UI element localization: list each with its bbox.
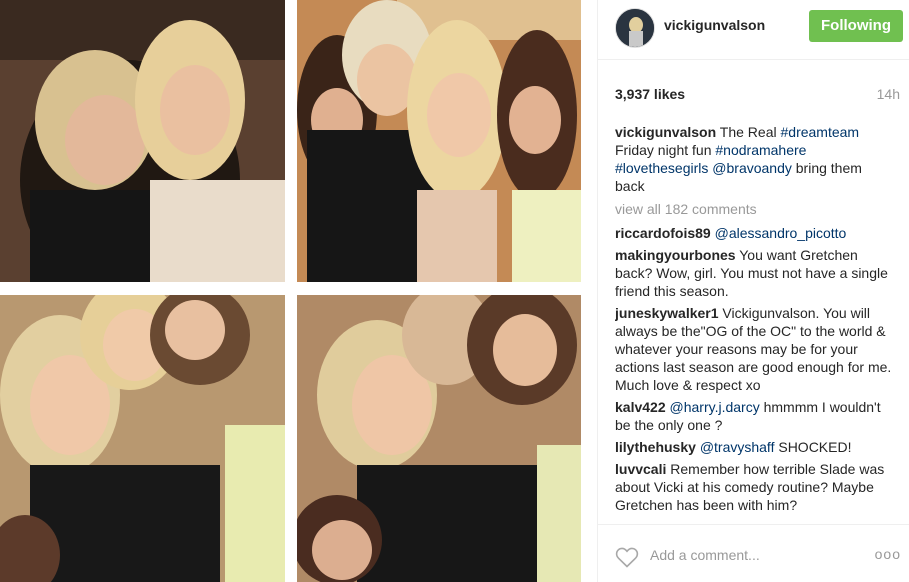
comment-footer: Add a comment... ooo <box>598 524 909 582</box>
mention[interactable]: @alessandro_picotto <box>715 225 847 241</box>
comment-username[interactable]: luvvcali <box>615 461 666 477</box>
heart-icon[interactable] <box>615 546 639 568</box>
collage-photo-3 <box>0 295 285 582</box>
comments-list[interactable]: vickigunvalson The Real #dreamteam Frida… <box>615 123 895 521</box>
collage-photo-2 <box>297 0 581 282</box>
comment-item: riccardofois89 @alessandro_picotto <box>615 224 895 242</box>
comment-item: luvvcali Remember how terrible Slade was… <box>615 460 895 514</box>
comment-username[interactable]: juneskywalker1 <box>615 305 719 321</box>
post-username[interactable]: vickigunvalson <box>664 17 765 33</box>
following-button[interactable]: Following <box>809 10 903 42</box>
post-sidebar: vickigunvalson Following 3,937 likes 14h… <box>597 0 909 582</box>
more-options-icon[interactable]: ooo <box>875 546 901 562</box>
post-image[interactable] <box>0 0 597 582</box>
view-all-comments-link[interactable]: view all 182 comments <box>615 200 895 218</box>
comment-username[interactable]: makingyourbones <box>615 247 736 263</box>
hashtag[interactable]: #lovethesegirls <box>615 160 708 176</box>
comment-username[interactable]: kalv422 <box>615 399 666 415</box>
comment-item: lilythehusky @travyshaff SHOCKED! <box>615 438 895 456</box>
hashtag[interactable]: #dreamteam <box>781 124 860 140</box>
comment-text: SHOCKED! <box>774 439 852 455</box>
comment-item: makingyourbones You want Gretchen back? … <box>615 246 895 300</box>
mention[interactable]: @bravoandy <box>712 160 792 176</box>
collage-photo-1 <box>0 0 285 282</box>
comment-item: kalv422 @harry.j.darcy hmmmm I wouldn't … <box>615 398 895 434</box>
comment-item: juneskywalker1 Vickigunvalson. You will … <box>615 304 895 394</box>
comment-username[interactable]: riccardofois89 <box>615 225 711 241</box>
likes-count[interactable]: 3,937 likes <box>615 86 685 102</box>
add-comment-input[interactable]: Add a comment... <box>650 547 760 563</box>
caption-username[interactable]: vickigunvalson <box>615 124 716 140</box>
avatar[interactable] <box>615 8 655 48</box>
post-time[interactable]: 14h <box>877 86 900 102</box>
post-header: vickigunvalson Following <box>598 0 909 60</box>
hashtag[interactable]: #nodramahere <box>715 142 806 158</box>
collage-photo-4 <box>297 295 581 582</box>
mention[interactable]: @travyshaff <box>700 439 775 455</box>
mention[interactable]: @harry.j.darcy <box>670 399 760 415</box>
comment-username[interactable]: lilythehusky <box>615 439 696 455</box>
caption: vickigunvalson The Real #dreamteam Frida… <box>615 124 862 194</box>
